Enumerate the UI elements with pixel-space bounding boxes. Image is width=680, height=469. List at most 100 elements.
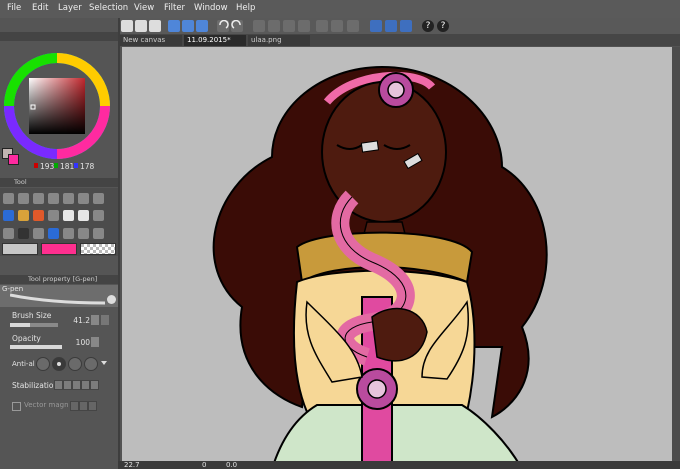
eraser-tool-icon[interactable] [78,210,89,221]
lasso-tool-icon[interactable] [78,193,89,204]
blue-channel-icon [74,163,78,168]
menu-help[interactable]: Help [236,3,255,13]
menu-file[interactable]: File [7,3,21,13]
transparent-color[interactable] [80,243,116,255]
angle-value[interactable]: 0 [202,461,206,469]
tool-panel-header: Tool [0,178,118,187]
stabilization-segment[interactable] [54,380,63,390]
redo-icon[interactable] [231,19,243,32]
layer-move-tool-icon[interactable] [48,193,59,204]
antialias-medium-icon[interactable] [68,357,82,371]
ruler-icon[interactable] [316,20,328,32]
frame-tool-icon[interactable] [48,228,59,239]
ruler-tool-icon[interactable] [93,228,104,239]
antialias-strong-icon[interactable] [84,357,98,371]
antialias-dropdown-icon[interactable] [101,361,107,365]
decoration-tool-icon[interactable] [63,210,74,221]
airbrush-tool-icon[interactable] [48,210,59,221]
brush-size-stepper[interactable] [91,315,99,325]
blend-tool-icon[interactable] [93,210,104,221]
color-wheel[interactable] [3,52,111,160]
brush-tool-icon[interactable] [33,210,44,221]
crop-icon[interactable] [298,20,310,32]
red-channel-icon [34,163,38,168]
undo-icon[interactable] [217,19,229,32]
menu-view[interactable]: View [134,3,154,13]
vector-magnet-segment[interactable] [79,401,88,411]
selection-tool-icon[interactable] [63,193,74,204]
tab-11-09-2015[interactable]: 11.09.2015* [184,35,246,46]
menu-edit[interactable]: Edit [32,3,48,13]
move-tool-icon[interactable] [18,193,29,204]
tool-main-color[interactable] [2,243,38,255]
red-value: 193 [40,162,55,171]
pressure-icon[interactable] [101,315,109,325]
menu-layer[interactable]: Layer [58,3,82,13]
help-icon[interactable]: ? [422,20,434,32]
figure-tool-icon[interactable] [33,228,44,239]
stabilization-segment[interactable] [72,380,81,390]
open-file-icon[interactable] [135,20,147,32]
vector-magnet-label: Vector magn [24,401,69,409]
drawing-canvas[interactable] [122,47,672,469]
opacity-value: 100 [75,338,90,347]
tool-property-title: Tool property [G-pen] [28,275,98,283]
eyedropper-tool-icon[interactable] [93,193,104,204]
canvas-tabs: New canvas 11.09.2015* ulaa.png [118,34,680,46]
opacity-slider[interactable] [10,345,62,349]
tool-grid [0,188,118,256]
canvas-vertical-scrollbar[interactable] [672,47,680,469]
antialias-none-icon[interactable] [36,357,50,371]
select-icon[interactable] [168,20,180,32]
color-panel-header [0,32,118,41]
tool-sub-color[interactable] [41,243,77,255]
zoom-tool-icon[interactable] [3,193,14,204]
snap-to-special-ruler-icon[interactable] [385,20,397,32]
stabilization-segment[interactable] [81,380,90,390]
save-icon[interactable] [149,20,161,32]
rotation-value[interactable]: 0.0 [226,461,237,469]
menu-bar: File Edit Layer Selection View Filter Wi… [0,0,680,19]
tab-ulaa[interactable]: ulaa.png [248,35,310,46]
operation-tool-icon[interactable] [33,193,44,204]
opacity-stepper[interactable] [91,337,99,347]
balloon-tool-icon[interactable] [78,228,89,239]
select-icon-2[interactable] [182,20,194,32]
transform-icon[interactable] [253,20,265,32]
fill-icon[interactable] [268,20,280,32]
new-file-icon[interactable] [121,20,133,32]
tool-panel-title: Tool [14,178,27,186]
blue-value: 178 [80,162,95,171]
sub-color-swatch[interactable] [8,154,19,165]
snap-to-grid-icon[interactable] [400,20,412,32]
help-mode-icon[interactable]: ? [437,20,449,32]
tool-settings-icon[interactable] [107,295,116,304]
stabilization-segment[interactable] [63,380,72,390]
select-icon-3[interactable] [196,20,208,32]
left-dock: 193 181 178 Tool Tool property [G-pen] G… [0,18,120,469]
clear-icon[interactable] [283,20,295,32]
antialias-weak-icon[interactable] [52,357,66,371]
menu-filter[interactable]: Filter [164,3,185,13]
text-tool-icon[interactable] [63,228,74,239]
pencil-tool-icon[interactable] [18,210,29,221]
stabilization-segment[interactable] [90,380,99,390]
perspective-icon[interactable] [347,20,359,32]
vector-magnet-checkbox[interactable] [12,402,21,411]
tool-property-header: Tool property [G-pen] [0,275,118,284]
opacity-label: Opacity [12,334,41,343]
menu-selection[interactable]: Selection [89,3,128,13]
fill-tool-icon[interactable] [3,228,14,239]
gradient-tool-icon[interactable] [18,228,29,239]
green-channel-icon [54,163,58,168]
brush-size-slider[interactable] [10,323,58,327]
vector-magnet-segment[interactable] [88,401,97,411]
pen-tool-icon[interactable] [3,210,14,221]
snap-icon[interactable] [331,20,343,32]
vector-magnet-segment[interactable] [70,401,79,411]
green-value: 181 [60,162,75,171]
menu-window[interactable]: Window [194,3,228,13]
tab-new-canvas[interactable]: New canvas [120,35,182,46]
snap-to-ruler-icon[interactable] [370,20,382,32]
zoom-value[interactable]: 22.7 [124,461,140,469]
